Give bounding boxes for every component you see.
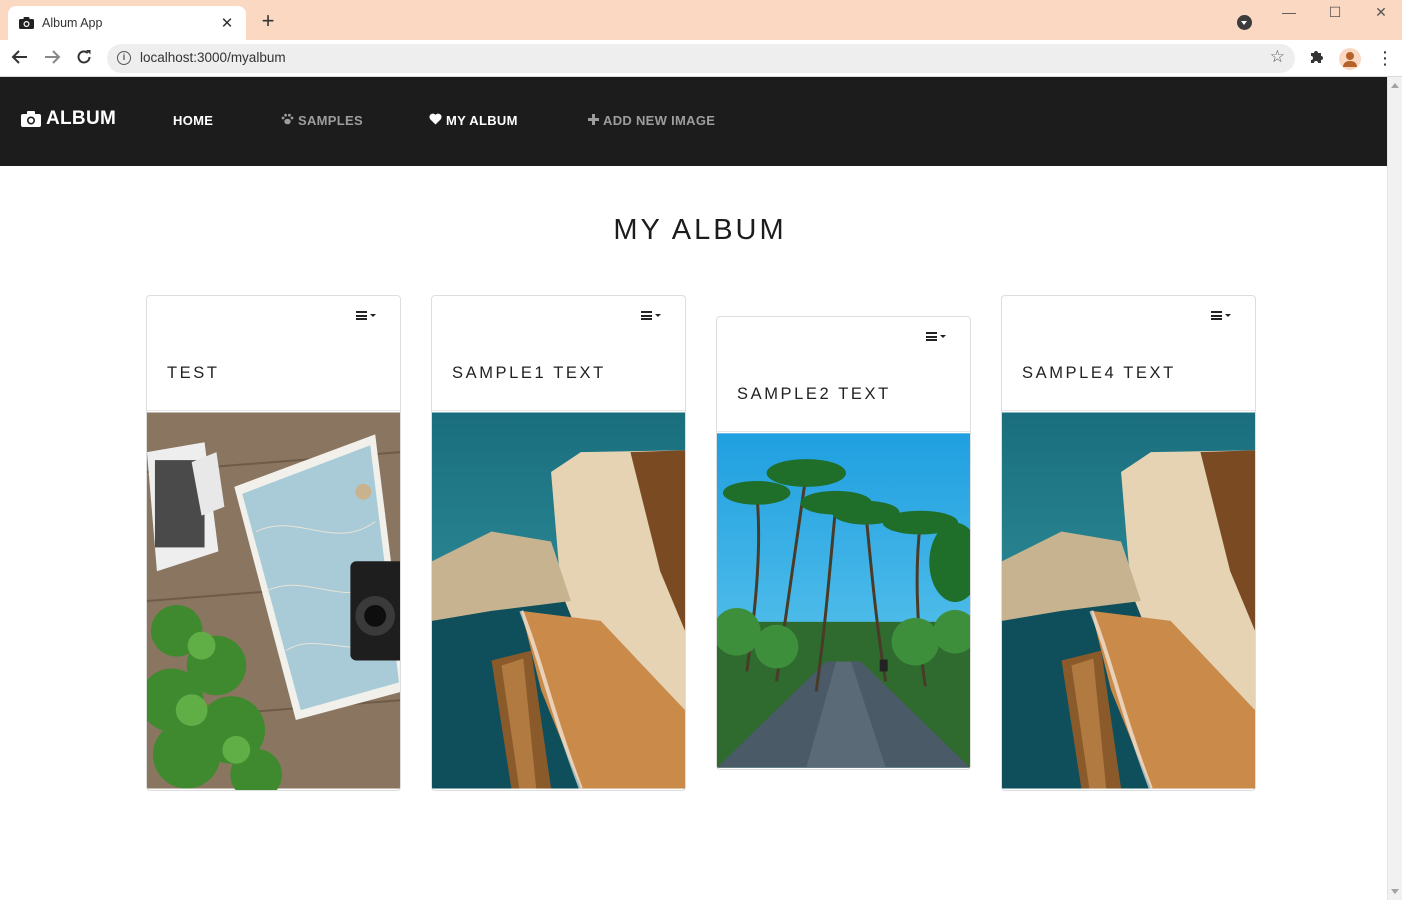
tab-title: Album App [42,16,103,30]
hamburger-dropdown-icon[interactable] [641,311,661,320]
info-icon[interactable]: i [117,51,131,65]
scroll-up-arrow-icon[interactable] [1391,83,1399,88]
card-image-coastal-cliffs[interactable] [432,411,685,790]
minimize-icon[interactable]: — [1274,4,1304,22]
album-card: TEST [146,295,401,791]
window-close-icon[interactable]: ✕ [1366,4,1396,22]
album-card: SAMPLE1 TEXT [431,295,686,791]
brand-text: ALBUM [46,108,117,129]
card-title: SAMPLE4 TEXT [1022,364,1176,382]
card-title: TEST [167,364,220,382]
nav-link-label: HOME [173,113,214,128]
star-icon[interactable]: ☆ [1270,47,1285,67]
back-arrow-icon[interactable] [9,48,31,70]
album-card: SAMPLE2 TEXT [716,316,971,770]
card-image-travel-photos[interactable] [147,411,400,790]
site-navbar: ALBUM HOME SAMPLES MY ALBUM ADD NEW IMAG… [0,77,1387,166]
tab-search-icon[interactable] [1237,15,1252,30]
card-title: SAMPLE1 TEXT [452,364,606,382]
nav-link-samples[interactable]: SAMPLES [281,113,363,128]
address-bar[interactable]: i localhost:3000/myalbum ☆ [107,44,1295,73]
heart-icon [429,113,442,128]
vertical-scrollbar[interactable] [1387,77,1402,900]
profile-avatar-icon[interactable] [1339,48,1361,70]
card-header: SAMPLE1 TEXT [432,296,685,411]
nav-link-home[interactable]: HOME [173,113,213,128]
browser-tab[interactable]: Album App ✕ [8,6,246,40]
card-title: SAMPLE2 TEXT [737,385,891,403]
hamburger-dropdown-icon[interactable] [356,311,376,320]
nav-link-label: ADD NEW IMAGE [603,113,716,128]
browser-tabstrip: Album App ✕ + — ☐ ✕ [0,0,1402,40]
camera-icon [18,15,34,31]
card-header: TEST [147,296,400,411]
plus-icon [588,113,599,128]
card-image-coastal-cliffs[interactable] [1002,411,1255,790]
nav-link-my-album[interactable]: MY ALBUM [429,113,518,128]
forward-arrow-icon[interactable] [41,48,63,70]
page-viewport: ALBUM HOME SAMPLES MY ALBUM ADD NEW IMAG… [0,77,1387,900]
album-card: SAMPLE4 TEXT [1001,295,1256,791]
nav-link-label: SAMPLES [298,113,363,128]
url-text[interactable]: localhost:3000/myalbum [140,50,286,65]
card-header: SAMPLE2 TEXT [717,317,970,432]
card-header: SAMPLE4 TEXT [1002,296,1255,411]
tab-close-icon[interactable]: ✕ [218,14,236,32]
nav-link-add-new-image[interactable]: ADD NEW IMAGE [588,113,715,128]
puzzle-icon[interactable] [1309,49,1325,70]
reload-icon[interactable] [73,48,95,70]
maximize-icon[interactable]: ☐ [1320,4,1350,22]
scroll-down-arrow-icon[interactable] [1391,889,1399,894]
nav-link-label: MY ALBUM [446,113,518,128]
hamburger-dropdown-icon[interactable] [1211,311,1231,320]
page-title: MY ALBUM [613,214,787,246]
brand-logo[interactable]: ALBUM [21,108,116,130]
hamburger-dropdown-icon[interactable] [926,332,946,341]
browser-toolbar: i localhost:3000/myalbum ☆ ⋮ [0,40,1402,77]
paw-icon [281,113,294,128]
camera-icon [21,111,41,127]
kebab-menu-icon[interactable]: ⋮ [1376,48,1394,68]
card-image-palm-road[interactable] [717,432,970,769]
new-tab-button[interactable]: + [256,10,280,34]
